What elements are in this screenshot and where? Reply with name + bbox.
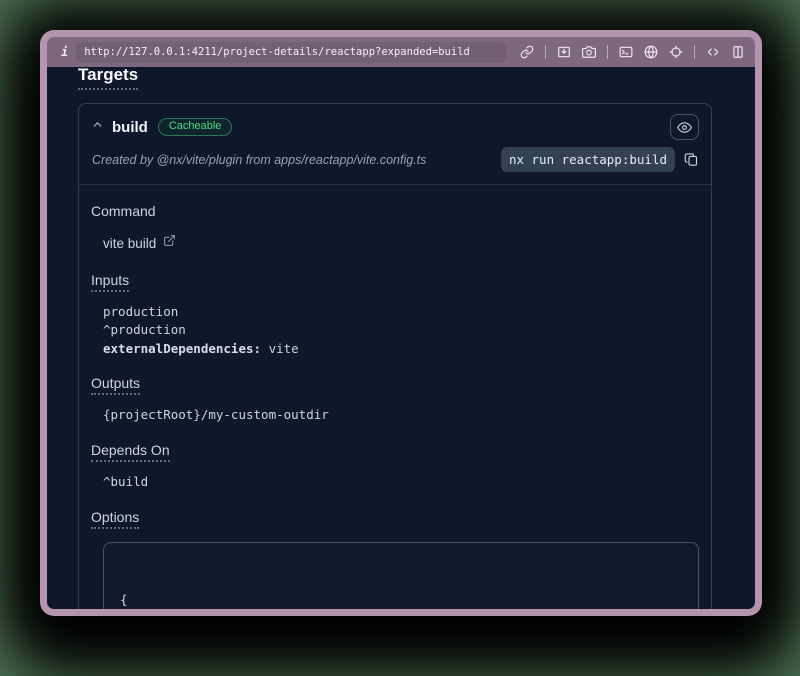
columns-icon[interactable]	[731, 45, 745, 59]
project-details-panel: Targets build Cacheable Created by @nx/v…	[47, 67, 755, 609]
url-bar[interactable]: http://127.0.0.1:4211/project-details/re…	[76, 42, 506, 63]
crosshair-icon[interactable]	[669, 45, 683, 59]
created-by-text: Created by @nx/vite/plugin from apps/rea…	[91, 153, 501, 167]
input-item: ^production	[103, 323, 699, 337]
chevron-up-icon[interactable]	[91, 118, 104, 136]
url-text[interactable]: http://127.0.0.1:4211/project-details/re…	[84, 46, 470, 58]
toolbar-divider	[545, 45, 546, 59]
command-section-label: Command	[91, 203, 699, 219]
depends-on-list: ^build	[103, 475, 699, 489]
terminal-icon[interactable]	[619, 45, 633, 59]
code-icon[interactable]	[706, 45, 720, 59]
output-item: {projectRoot}/my-custom-outdir	[103, 408, 699, 422]
outputs-section-label: Outputs	[91, 375, 699, 395]
inputs-list: production ^production externalDependenc…	[103, 305, 699, 355]
inputs-tooltip-trigger[interactable]: Inputs	[91, 272, 129, 292]
camera-icon[interactable]	[582, 45, 596, 59]
depends-on-item: ^build	[103, 475, 699, 489]
cacheable-badge: Cacheable	[158, 118, 233, 136]
inputs-section-label: Inputs	[91, 272, 699, 292]
info-icon: i	[61, 45, 68, 59]
run-command-chip[interactable]: nx run reactapp:build	[501, 147, 675, 172]
options-section-label: Options	[91, 509, 699, 529]
page-title: Targets	[78, 67, 138, 90]
toolbar-divider	[694, 45, 695, 59]
build-card-header[interactable]: build Cacheable Created by @nx/vite/plug…	[79, 104, 711, 184]
command-value[interactable]: vite build	[103, 236, 156, 251]
copy-icon[interactable]	[684, 152, 699, 167]
outputs-list: {projectRoot}/my-custom-outdir	[103, 408, 699, 422]
build-card-body: Command vite build Inputs production ^pr…	[79, 185, 711, 609]
command-link[interactable]: vite build	[103, 234, 699, 252]
target-card-build: build Cacheable Created by @nx/vite/plug…	[78, 103, 712, 609]
depends-on-tooltip-trigger[interactable]: Depends On	[91, 442, 170, 462]
app-window: i http://127.0.0.1:4211/project-details/…	[40, 30, 762, 616]
input-item: production	[103, 305, 699, 319]
options-code-block: { "cwd": "apps/reactapp" }	[103, 542, 699, 609]
target-name: build	[112, 119, 148, 136]
browser-titlebar: i http://127.0.0.1:4211/project-details/…	[47, 37, 755, 67]
titlebar-actions	[520, 45, 745, 59]
depends-on-section-label: Depends On	[91, 442, 699, 462]
link-icon[interactable]	[520, 45, 534, 59]
globe-icon[interactable]	[644, 45, 658, 59]
input-item: externalDependencies: vite	[103, 342, 699, 356]
view-target-eye-button[interactable]	[670, 114, 699, 140]
import-icon[interactable]	[557, 45, 571, 59]
options-tooltip-trigger[interactable]: Options	[91, 509, 139, 529]
outputs-tooltip-trigger[interactable]: Outputs	[91, 375, 140, 395]
external-link-icon[interactable]	[163, 234, 176, 252]
toolbar-divider	[607, 45, 608, 59]
code-line: {	[120, 591, 682, 608]
